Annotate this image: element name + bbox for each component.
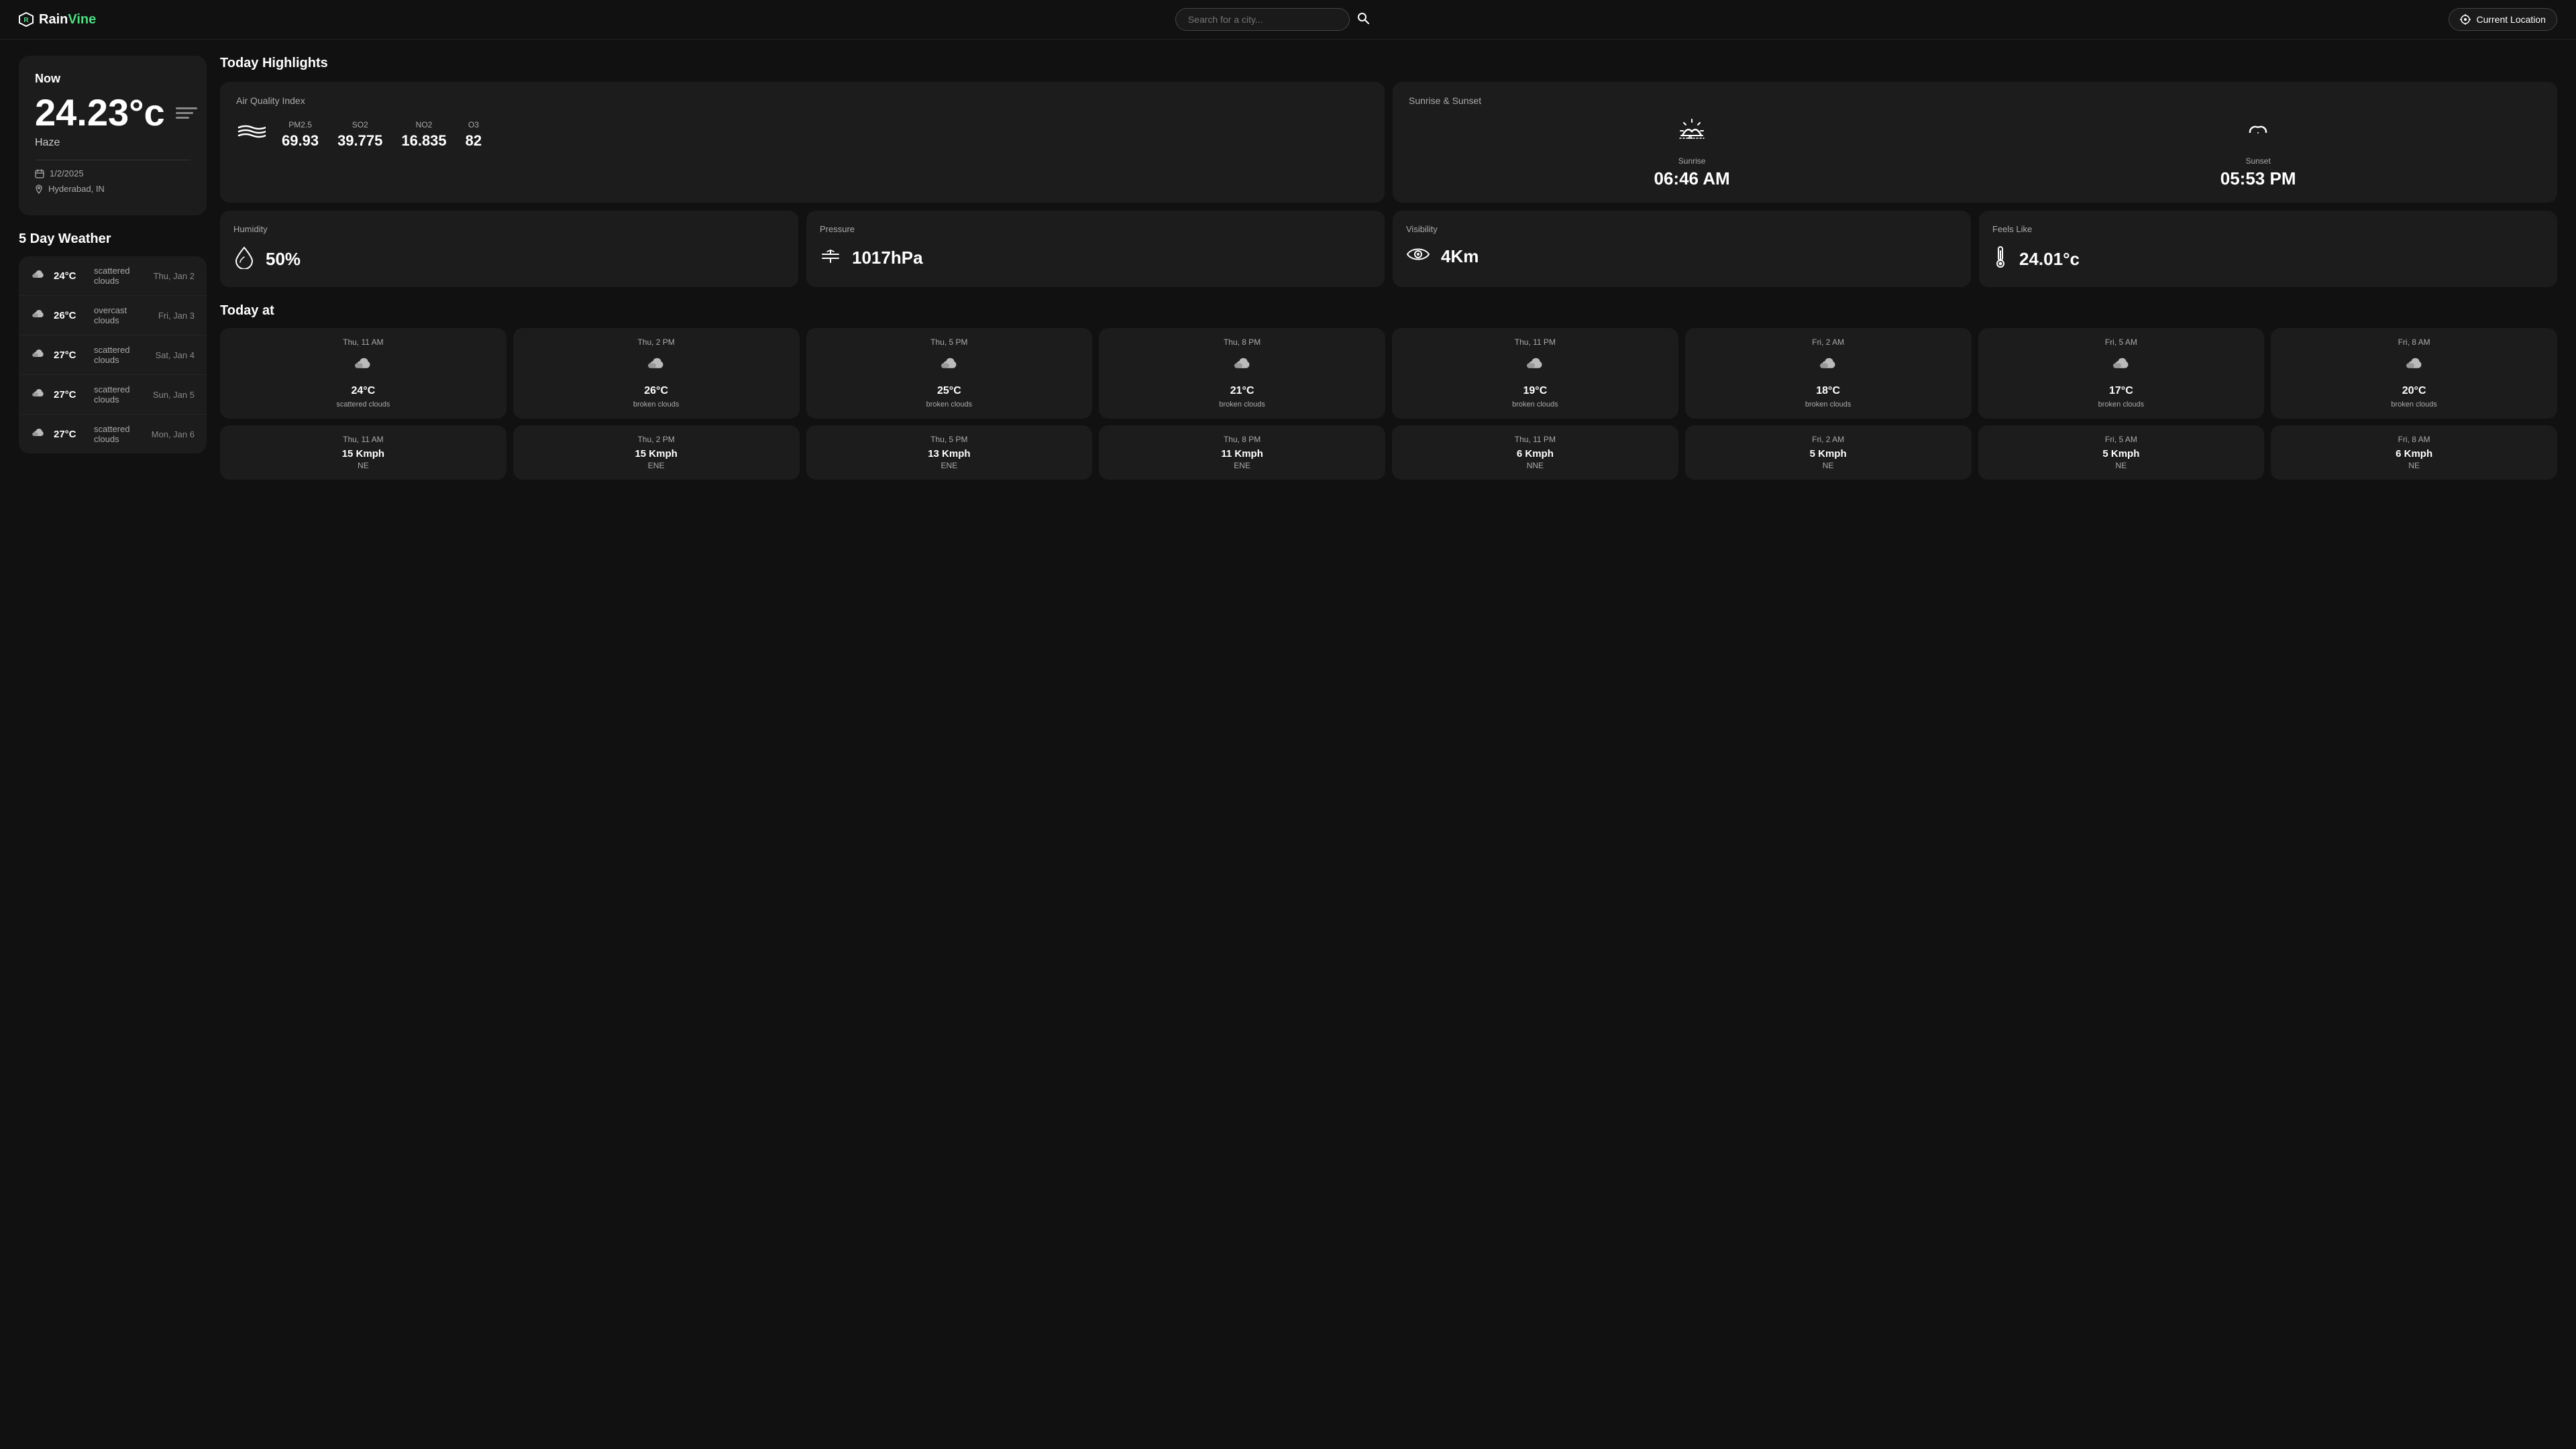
logo-icon: R [19, 12, 34, 27]
wind-icon [236, 117, 266, 152]
weather-time-grid: Thu, 11 AM 24°C scattered clouds Thu, 2 … [220, 328, 2557, 419]
wind-time-card: Thu, 11 AM 15 Kmph NE [220, 425, 506, 480]
now-card: Now 24.23°c Haze 1/2/2025 [19, 56, 207, 215]
weather-time-card: Thu, 11 PM 19°C broken clouds [1392, 328, 1678, 419]
cloud-icon [1985, 354, 2258, 378]
highlights-title: Today Highlights [220, 56, 2557, 71]
aqi-card: Air Quality Index PM2.5 69.93 [220, 82, 1385, 203]
list-item: 24°C scattered clouds Thu, Jan 2 [19, 256, 207, 296]
pressure-card: Pressure 1017hPa [806, 211, 1385, 287]
pressure-content: 1017hPa [820, 245, 1371, 271]
sunrise-icon [1654, 117, 1730, 151]
sunrise-content: Sunrise 06:46 AM Sunset [1409, 117, 2541, 189]
sunset-icon [2220, 117, 2296, 151]
search-input[interactable] [1175, 8, 1350, 31]
wind-time-card: Fri, 2 AM 5 Kmph NE [1685, 425, 1972, 480]
cloud-icon [31, 267, 46, 285]
temperature: 24.23°c [35, 94, 165, 131]
pm25-metric: PM2.5 69.93 [282, 120, 319, 150]
location-row: Hyderabad, IN [35, 184, 191, 194]
wind-time-card: Thu, 2 PM 15 Kmph ENE [513, 425, 800, 480]
sun-title: Sunrise & Sunset [1409, 95, 2541, 106]
search-wrapper [1175, 8, 1370, 31]
visibility-content: 4Km [1406, 245, 1957, 268]
wind-time-card: Fri, 5 AM 5 Kmph NE [1978, 425, 2265, 480]
main-layout: Now 24.23°c Haze 1/2/2025 [0, 40, 2576, 496]
visibility-icon [1406, 245, 1430, 268]
sunrise-sunset-card: Sunrise & Sunset [1393, 82, 2557, 203]
pin-icon [35, 184, 43, 194]
list-item: 26°C overcast clouds Fri, Jan 3 [19, 296, 207, 335]
cloud-icon [1399, 354, 1672, 378]
o3-metric: O3 82 [466, 120, 482, 150]
weather-time-card: Thu, 11 AM 24°C scattered clouds [220, 328, 506, 419]
weather-time-card: Fri, 2 AM 18°C broken clouds [1685, 328, 1972, 419]
header: R RainVine Current Location [0, 0, 2576, 40]
humidity-card: Humidity 50% [220, 211, 798, 287]
haze-icon [176, 107, 197, 119]
visibility-card: Visibility 4Km [1393, 211, 1971, 287]
wind-time-card: Thu, 8 PM 11 Kmph ENE [1099, 425, 1385, 480]
weather-time-card: Thu, 8 PM 21°C broken clouds [1099, 328, 1385, 419]
cloud-icon [1692, 354, 1965, 378]
pressure-icon [820, 245, 841, 271]
logo: R RainVine [19, 12, 96, 28]
sunrise-item: Sunrise 06:46 AM [1654, 117, 1730, 189]
date-row: 1/2/2025 [35, 168, 191, 178]
cloud-icon [31, 425, 46, 443]
wind-time-card: Thu, 5 PM 13 Kmph ENE [806, 425, 1093, 480]
right-panel: Today Highlights Air Quality Index [220, 56, 2557, 480]
calendar-icon [35, 169, 44, 178]
thermometer-icon [1992, 245, 2008, 274]
temp-row: 24.23°c [35, 94, 191, 131]
five-day-title: 5 Day Weather [19, 231, 207, 247]
aqi-metrics: PM2.5 69.93 SO2 39.775 NO2 16.835 O3 [282, 120, 482, 150]
feels-like-content: 24.01°c [1992, 245, 2544, 274]
cloud-icon [227, 354, 500, 378]
wind-time-card: Fri, 8 AM 6 Kmph NE [2271, 425, 2557, 480]
list-item: 27°C scattered clouds Sun, Jan 5 [19, 375, 207, 415]
logo-text: RainVine [39, 12, 96, 28]
svg-text:R: R [23, 17, 29, 24]
wind-time-card: Thu, 11 PM 6 Kmph NNE [1392, 425, 1678, 480]
search-button[interactable] [1356, 11, 1370, 28]
cloud-icon [31, 346, 46, 364]
now-label: Now [35, 72, 191, 86]
cloud-icon [813, 354, 1086, 378]
humidity-content: 50% [233, 245, 785, 274]
five-day-section: 5 Day Weather 24°C scattered clouds Thu,… [19, 231, 207, 453]
aqi-title: Air Quality Index [236, 95, 1368, 106]
left-panel: Now 24.23°c Haze 1/2/2025 [19, 56, 207, 480]
weather-time-card: Thu, 2 PM 26°C broken clouds [513, 328, 800, 419]
location-icon [2460, 14, 2471, 25]
weather-time-card: Fri, 5 AM 17°C broken clouds [1978, 328, 2265, 419]
highlights-bottom-grid: Humidity 50% Pressure [220, 211, 2557, 287]
no2-metric: NO2 16.835 [401, 120, 446, 150]
feels-like-card: Feels Like 24.01°c [1979, 211, 2557, 287]
list-item: 27°C scattered clouds Sat, Jan 4 [19, 335, 207, 375]
condition-text: Haze [35, 137, 191, 149]
current-location-button[interactable]: Current Location [2449, 8, 2557, 31]
weather-time-card: Fri, 8 AM 20°C broken clouds [2271, 328, 2557, 419]
cloud-icon [2277, 354, 2551, 378]
cloud-icon [520, 354, 793, 378]
search-icon [1356, 11, 1370, 25]
humidity-icon [233, 245, 255, 274]
cloud-icon [31, 386, 46, 404]
today-at-title: Today at [220, 303, 2557, 319]
cloud-icon [31, 307, 46, 325]
cloud-icon [1106, 354, 1379, 378]
list-item: 27°C scattered clouds Mon, Jan 6 [19, 415, 207, 453]
weather-time-card: Thu, 5 PM 25°C broken clouds [806, 328, 1093, 419]
highlights-top-grid: Air Quality Index PM2.5 69.93 [220, 82, 2557, 203]
five-day-list: 24°C scattered clouds Thu, Jan 2 26°C ov… [19, 256, 207, 453]
so2-metric: SO2 39.775 [337, 120, 382, 150]
sunset-item: Sunset 05:53 PM [2220, 117, 2296, 189]
aqi-content: PM2.5 69.93 SO2 39.775 NO2 16.835 O3 [236, 117, 1368, 152]
wind-time-grid: Thu, 11 AM 15 Kmph NE Thu, 2 PM 15 Kmph … [220, 425, 2557, 480]
